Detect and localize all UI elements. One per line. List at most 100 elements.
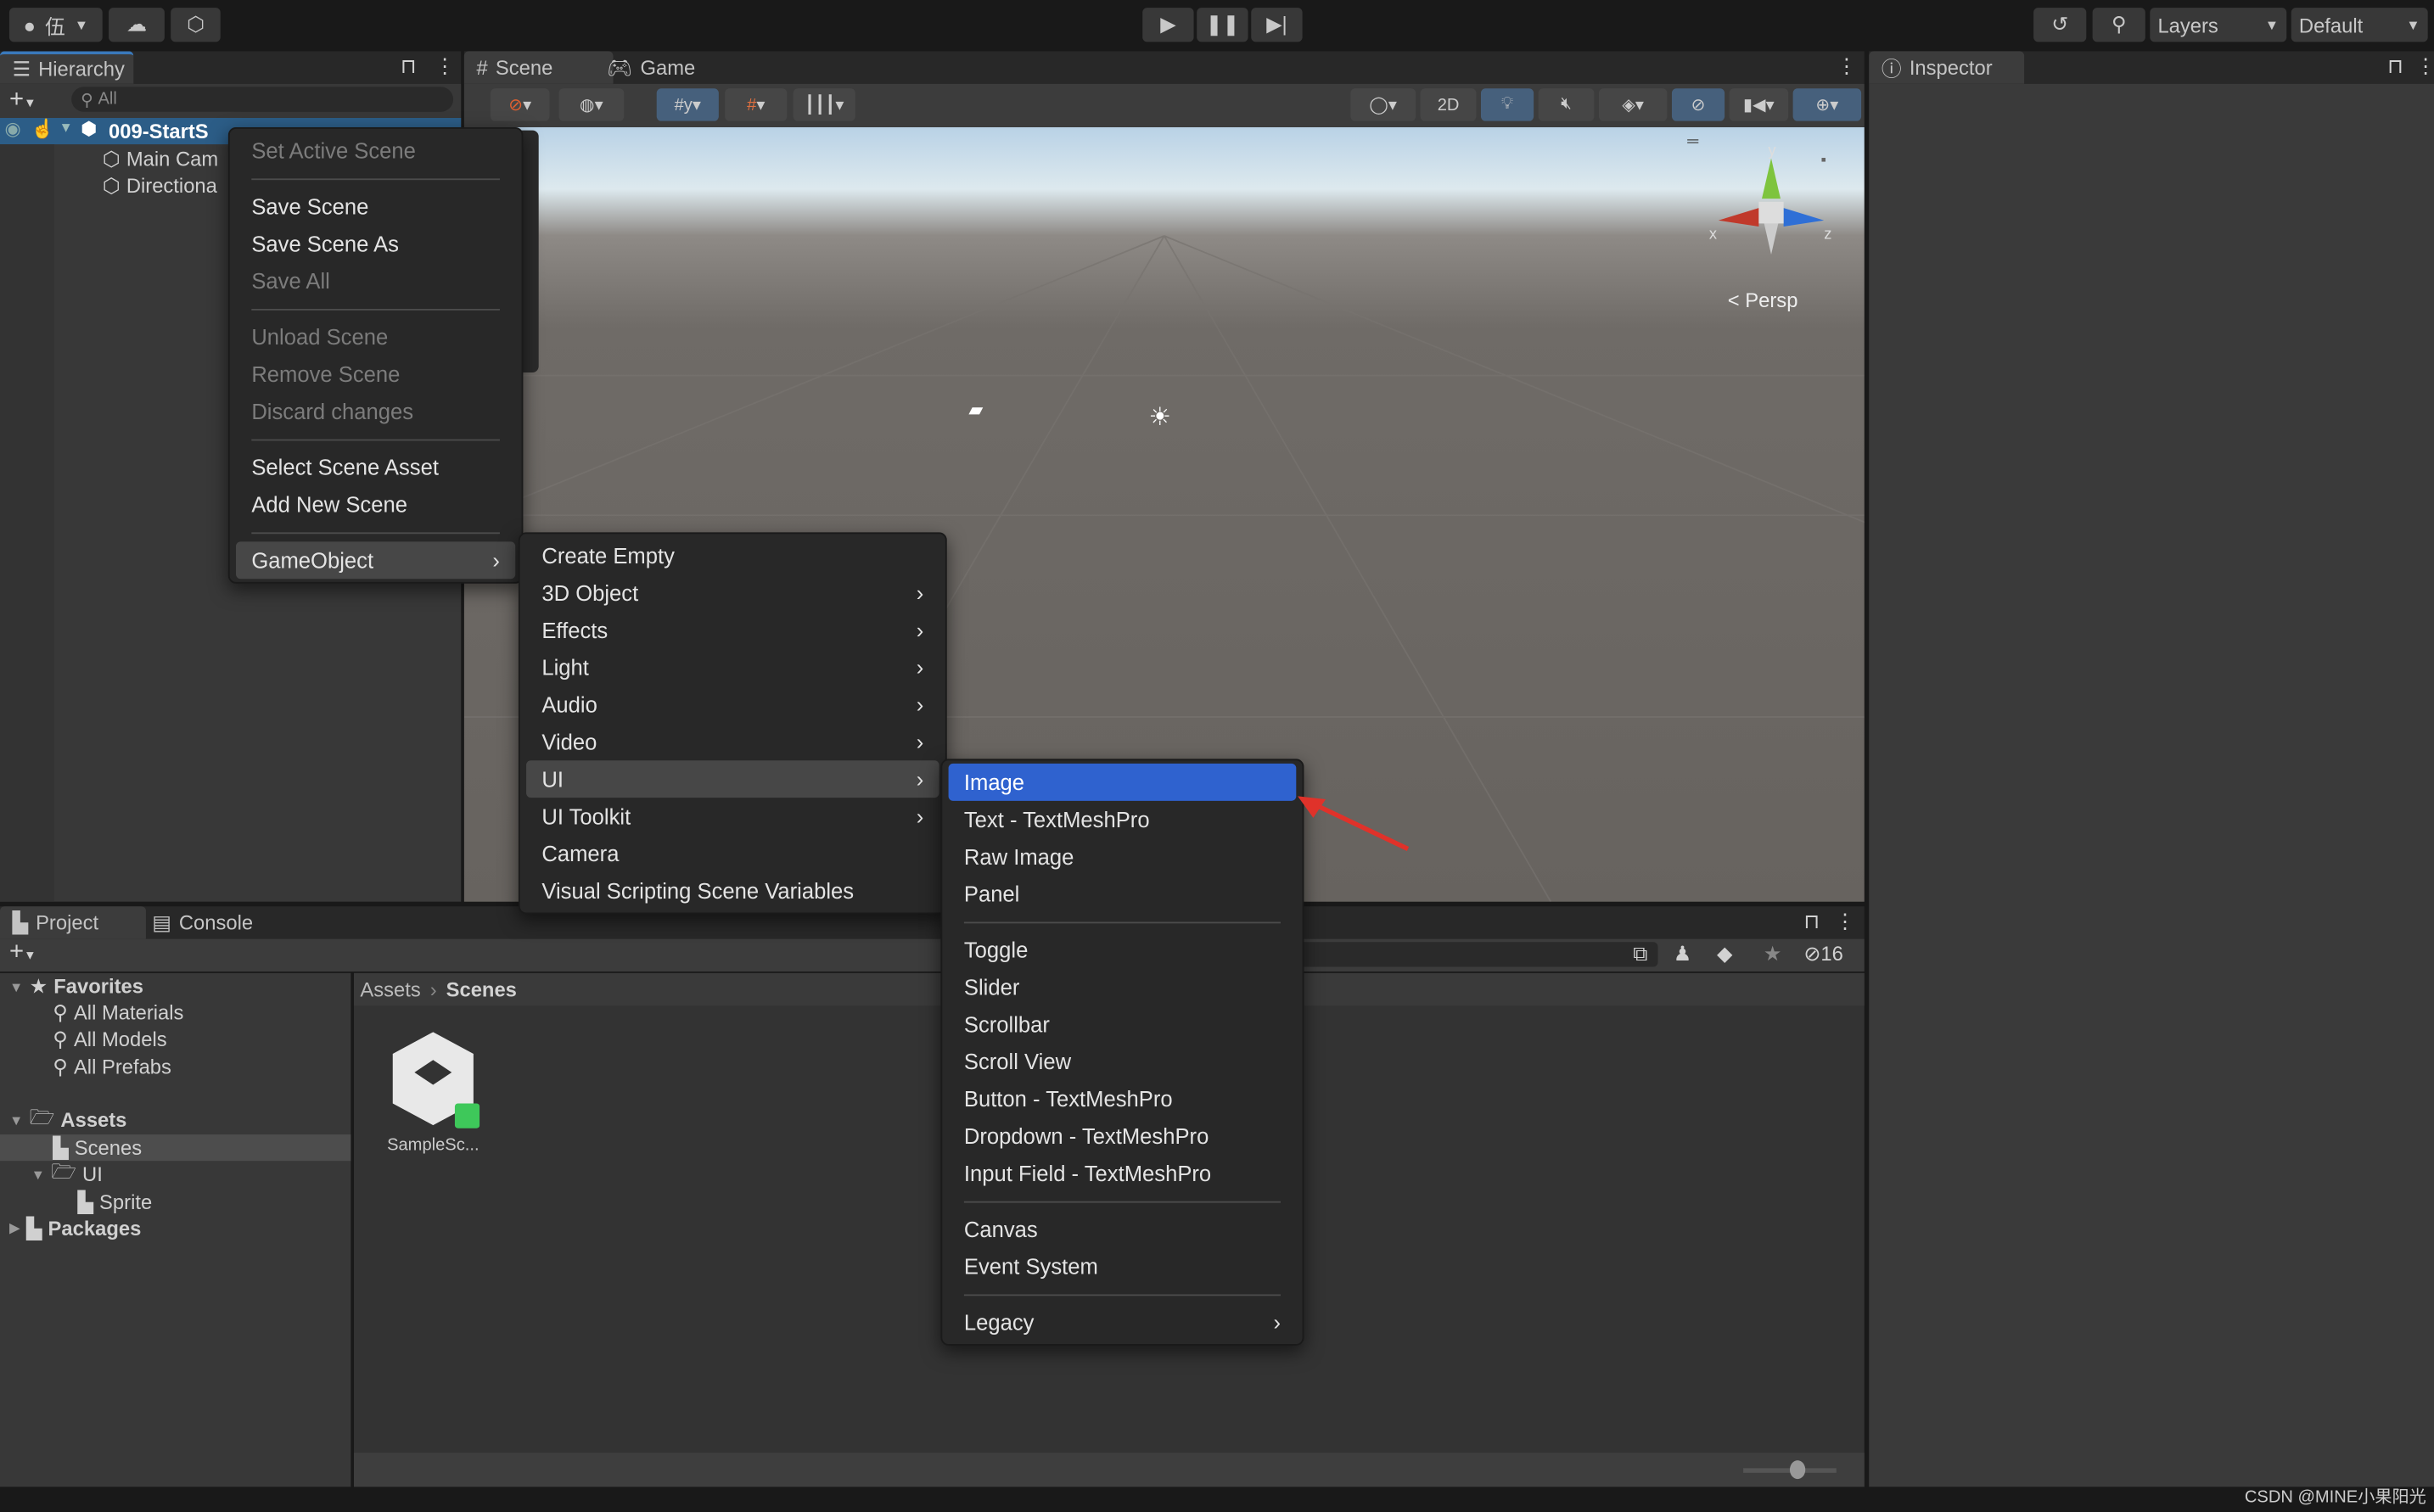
tab-console[interactable]: ▤ Console: [140, 906, 266, 938]
lock-icon[interactable]: ⊓: [401, 54, 417, 79]
projection-toggle[interactable]: < Persp: [1728, 288, 1798, 311]
audio-toggle[interactable]: 🔇︎: [1538, 88, 1595, 121]
pause-button[interactable]: ❚❚: [1197, 8, 1248, 42]
render-mode-button[interactable]: ◯ ▾: [1350, 88, 1416, 121]
effects-button[interactable]: ◈ ▾: [1598, 88, 1668, 121]
menu-item-scroll-view[interactable]: Scroll View: [949, 1043, 1297, 1080]
visibility-toggle[interactable]: ⊘: [1671, 88, 1725, 121]
layers-dropdown[interactable]: Layers ▼: [2150, 8, 2287, 42]
menu-item-scrollbar[interactable]: Scrollbar: [949, 1005, 1297, 1043]
tab-project[interactable]: ▙ Project: [0, 906, 146, 939]
menu-item-event-system[interactable]: Event System: [949, 1248, 1297, 1285]
lock-icon[interactable]: ⊓: [1803, 910, 1820, 934]
menu-item-light[interactable]: Light ›: [526, 649, 939, 686]
add-button[interactable]: +▼: [9, 87, 36, 115]
menu-item-gameobject[interactable]: GameObject ›: [236, 541, 516, 580]
draw-mode-button[interactable]: ⊘ ▾: [490, 88, 550, 121]
menu-item-create-empty[interactable]: Create Empty: [526, 537, 939, 574]
gizmos-button[interactable]: ⊕ ▾: [1792, 88, 1862, 121]
menu-item-slider[interactable]: Slider: [949, 968, 1297, 1005]
menu-item-canvas[interactable]: Canvas: [949, 1211, 1297, 1248]
cloud-button[interactable]: ☁: [109, 8, 165, 42]
menu-item-ui-toolkit[interactable]: UI Toolkit ›: [526, 798, 939, 835]
asset-tile[interactable]: SampleSc...: [379, 1029, 487, 1155]
lock-icon[interactable]: ⊓: [2387, 54, 2403, 79]
menu-item-add-new-scene[interactable]: Add New Scene: [236, 486, 515, 524]
grid-snap-button[interactable]: #y ▾: [656, 88, 719, 121]
step-button[interactable]: ▶|: [1251, 8, 1303, 42]
menu-item-image[interactable]: Image: [948, 763, 1297, 801]
camera-gizmo-icon[interactable]: ▰: [968, 399, 983, 421]
hierarchy-item[interactable]: ⬡ Main Cam: [103, 146, 218, 172]
menu-item-input-field-textmeshpro[interactable]: Input Field - TextMeshPro: [949, 1155, 1297, 1192]
menu-item-button-textmeshpro[interactable]: Button - TextMeshPro: [949, 1080, 1297, 1117]
menu-item-effects[interactable]: Effects ›: [526, 612, 939, 649]
menu-item-select-scene-asset[interactable]: Select Scene Asset: [236, 449, 515, 486]
menu-item-camera[interactable]: Camera: [526, 835, 939, 872]
add-asset-button[interactable]: +▼: [9, 939, 36, 967]
search-window-icon[interactable]: ⧉: [1633, 942, 1647, 966]
menu-item-video[interactable]: Video ›: [526, 723, 939, 760]
tab-scene[interactable]: # Scene: [463, 51, 614, 84]
increment-snap-button[interactable]: ┃┃┃ ▾: [793, 88, 855, 121]
orientation-gizmo[interactable]: [1706, 146, 1837, 260]
package-button[interactable]: ⬡: [171, 8, 221, 42]
play-button[interactable]: ▶: [1142, 8, 1194, 42]
tree-ui[interactable]: ▼ 🗁︎ UI: [31, 1158, 103, 1187]
menu-item-save-scene-as[interactable]: Save Scene As: [236, 225, 515, 262]
slider-handle[interactable]: [1789, 1460, 1806, 1480]
lighting-toggle[interactable]: 💡︎: [1480, 88, 1534, 121]
history-button[interactable]: ↺: [2033, 8, 2087, 42]
project-tree: ▼ ★ Favorites ⚲ All Materials ⚲ All Models ⚲…: [0, 972, 351, 1487]
folder-icon: ▙: [77, 1190, 93, 1213]
menu-item-legacy[interactable]: Legacy ›: [949, 1303, 1297, 1341]
expand-icon[interactable]: ▼: [59, 120, 73, 135]
magnet-grid-icon: #: [747, 95, 757, 115]
overlay-handle-icon[interactable]: ═: [1687, 133, 1698, 150]
search-button[interactable]: ⚲: [2092, 8, 2145, 42]
layout-dropdown[interactable]: Default ▼: [2291, 8, 2428, 42]
scene-tabbar: # Scene 🎮︎ Game ⋮: [463, 51, 1865, 84]
pickable-icon[interactable]: ☝: [31, 118, 54, 140]
tab-game[interactable]: 🎮︎ Game: [595, 51, 708, 83]
visibility-icon[interactable]: ◉: [4, 118, 20, 140]
global-button[interactable]: ◍ ▾: [558, 88, 625, 121]
tree-sprite[interactable]: ▙ Sprite: [77, 1189, 152, 1215]
tab-inspector[interactable]: ⓘ Inspector: [1869, 51, 2025, 84]
menu-item-raw-image[interactable]: Raw Image: [949, 838, 1297, 876]
account-button[interactable]: ● 伍 ▼: [8, 8, 103, 42]
menu-item-toggle[interactable]: Toggle: [949, 931, 1297, 968]
hierarchy-search-input[interactable]: ⚲ All: [71, 87, 454, 112]
tree-item[interactable]: ⚲ All Models: [53, 1026, 166, 1052]
tree-item[interactable]: ⚲ All Materials: [53, 1000, 183, 1026]
tab-hierarchy[interactable]: ☰ Hierarchy: [0, 51, 134, 84]
menu-item-3d-object[interactable]: 3D Object ›: [526, 574, 939, 612]
more-icon[interactable]: ⋮: [2415, 54, 2434, 79]
hidden-packages-toggle[interactable]: ⊘16: [1803, 942, 1842, 966]
favorite-icon[interactable]: ★: [1764, 942, 1781, 966]
breadcrumb-assets[interactable]: Assets: [360, 977, 420, 1000]
tree-favorites[interactable]: ▼ ★ Favorites: [9, 973, 143, 1000]
menu-separator: [949, 1192, 1297, 1211]
tree-assets[interactable]: ▼ 🗁︎ Assets: [9, 1104, 126, 1133]
menu-item-panel[interactable]: Panel: [949, 876, 1297, 913]
snap-button[interactable]: # ▾: [725, 88, 788, 121]
menu-item-audio[interactable]: Audio ›: [526, 686, 939, 723]
2d-toggle[interactable]: 2D: [1420, 88, 1477, 121]
camera-button[interactable]: ▮◀ ▾: [1729, 88, 1789, 121]
menu-item-ui[interactable]: UI ›: [526, 760, 939, 798]
filter-type-icon[interactable]: ♟: [1674, 942, 1691, 966]
hierarchy-item[interactable]: ⬡ Directiona: [103, 172, 217, 199]
more-icon[interactable]: ⋮: [1837, 54, 1857, 79]
menu-item-save-scene[interactable]: Save Scene: [236, 188, 515, 225]
menu-item-text-textmeshpro[interactable]: Text - TextMeshPro: [949, 801, 1297, 838]
breadcrumb-scenes[interactable]: Scenes: [446, 977, 517, 1000]
tree-item[interactable]: ⚲ All Prefabs: [53, 1054, 171, 1080]
tree-packages[interactable]: ▶ ▙ Packages: [9, 1215, 141, 1241]
more-icon[interactable]: ⋮: [1835, 910, 1855, 934]
label-icon[interactable]: ◆: [1717, 942, 1732, 966]
menu-item-dropdown-textmeshpro[interactable]: Dropdown - TextMeshPro: [949, 1117, 1297, 1155]
menu-item-visual-scripting-scene-variables[interactable]: Visual Scripting Scene Variables: [526, 872, 939, 910]
more-icon[interactable]: ⋮: [435, 54, 455, 79]
light-gizmo-icon[interactable]: ☀: [1149, 402, 1171, 434]
